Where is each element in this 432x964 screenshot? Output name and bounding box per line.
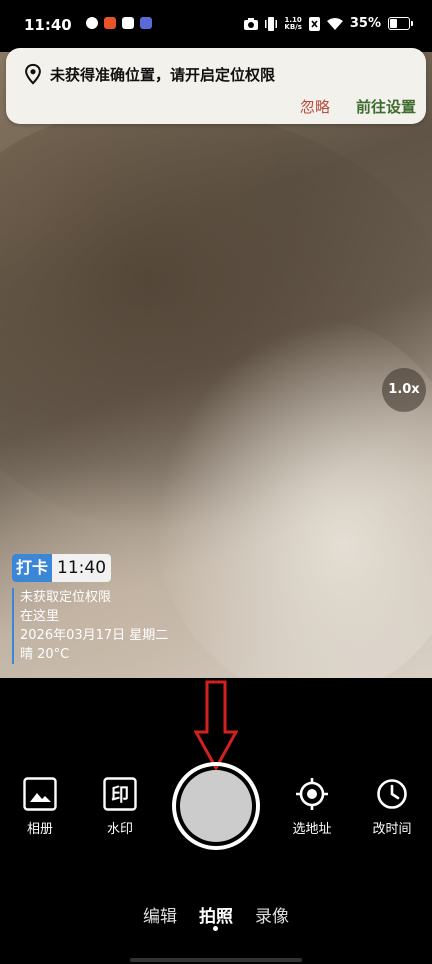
location-target-icon (294, 776, 330, 812)
mode-photo[interactable]: 拍照 (198, 902, 234, 927)
camera-preview[interactable] (0, 52, 432, 678)
location-permission-banner: 未获得准确位置，请开启定位权限 忽略 前往设置 (6, 48, 426, 124)
app-notification-icon (86, 17, 98, 29)
zoom-button[interactable]: 1.0x (382, 368, 426, 412)
battery-percent: 35% (349, 16, 381, 31)
watermark-icon-text: 印 (111, 785, 129, 806)
album-button[interactable]: 相册 (10, 776, 70, 837)
watermark-label: 水印 (106, 822, 133, 837)
banner-message: 未获得准确位置，请开启定位权限 (50, 66, 276, 84)
down-arrow-annotation (194, 680, 238, 770)
clock-icon (374, 776, 410, 812)
album-icon (22, 776, 58, 812)
mode-video[interactable]: 录像 (254, 902, 290, 927)
select-address-label: 选地址 (292, 822, 332, 837)
watermark-place: 在这里 (20, 609, 60, 624)
status-app-icons (86, 17, 152, 29)
network-speed-unit: KB/s (284, 22, 302, 31)
watermark-date: 2026年03月17日 星期二 (20, 628, 169, 643)
shutter-button[interactable] (172, 762, 260, 850)
mail-icon (122, 17, 134, 29)
watermark-location: 未获取定位权限 (20, 590, 112, 605)
battery-icon (388, 17, 413, 30)
mode-switcher: 编辑 拍照 录像 (0, 902, 432, 927)
battery-fill (390, 19, 397, 28)
network-speed: 1.10 KB/s (284, 16, 302, 31)
watermark-time: 11:40 (52, 554, 112, 582)
watermark-badge: 打卡 (12, 554, 53, 582)
app-notification-icon (104, 17, 116, 29)
change-time-button[interactable]: 改时间 (362, 776, 422, 837)
camera-status-icon (244, 17, 259, 30)
ignore-button[interactable]: 忽略 (300, 96, 330, 117)
shutter-inner (180, 770, 252, 842)
app-notification-icon (140, 17, 152, 29)
change-time-label: 改时间 (372, 822, 412, 837)
no-sim-icon (308, 16, 320, 31)
status-bar: 11:40 1.10 KB/s 35% (0, 0, 432, 52)
location-pin-icon (25, 63, 41, 85)
mode-edit[interactable]: 编辑 (142, 902, 178, 927)
watermark-weather: 晴 20°C (20, 647, 70, 662)
select-address-button[interactable]: 选地址 (282, 776, 342, 837)
status-right: 1.10 KB/s 35% (244, 16, 413, 31)
active-mode-indicator (213, 926, 218, 931)
go-to-settings-button[interactable]: 前往设置 (356, 96, 416, 117)
watermark-details: 未获取定位权限 在这里 2026年03月17日 星期二 晴 20°C (12, 588, 168, 664)
watermark-button[interactable]: 印 水印 (90, 776, 150, 837)
vibrate-icon (265, 16, 278, 31)
watermark-header[interactable]: 打卡 11:40 (12, 554, 112, 582)
watermark-icon: 印 (102, 776, 138, 812)
home-indicator[interactable] (130, 958, 302, 962)
status-time: 11:40 (24, 16, 72, 34)
album-label: 相册 (26, 822, 53, 837)
wifi-icon (326, 17, 343, 30)
